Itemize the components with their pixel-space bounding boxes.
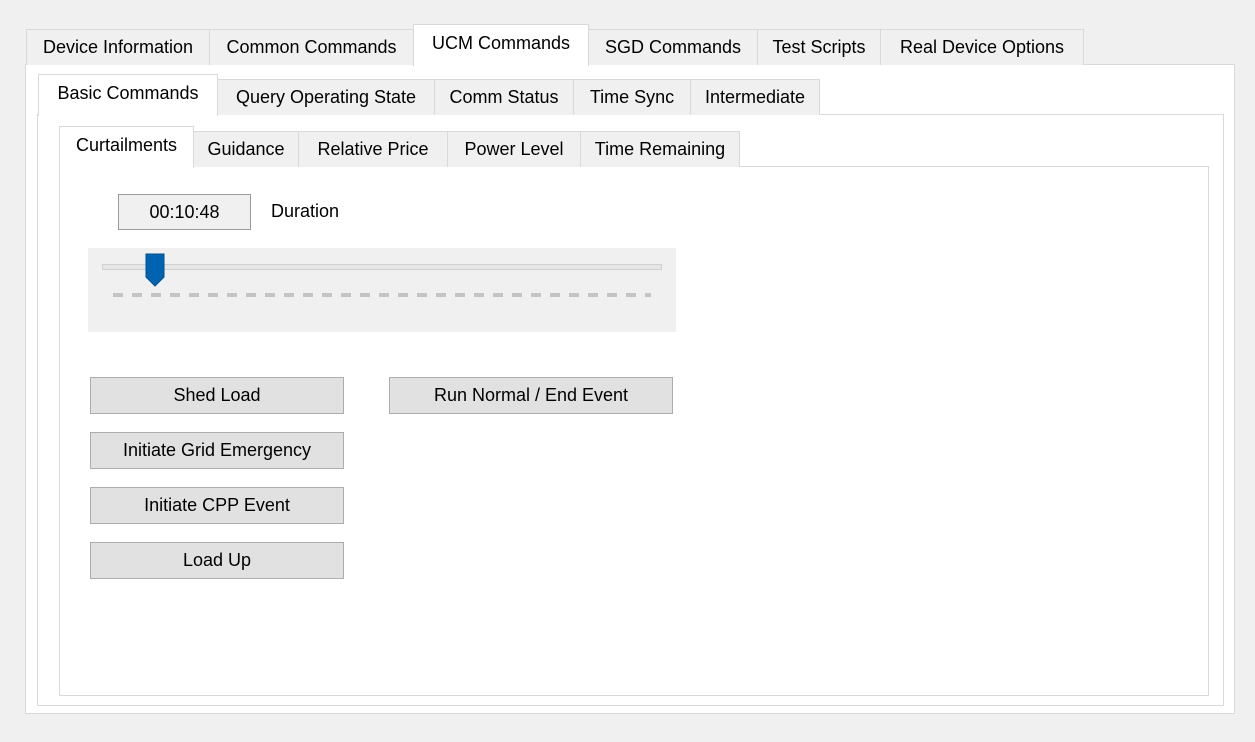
tab-time-sync[interactable]: Time Sync: [573, 79, 691, 115]
basic-tab-panel: [59, 166, 1209, 696]
tab-test-scripts[interactable]: Test Scripts: [757, 29, 881, 65]
tab-ucm-commands[interactable]: UCM Commands: [413, 24, 589, 66]
duration-value: 00:10:48: [118, 194, 251, 230]
tab-time-remaining[interactable]: Time Remaining: [580, 131, 740, 167]
tab-device-information[interactable]: Device Information: [26, 29, 210, 65]
ucm-tab-row: Basic Commands Query Operating State Com…: [38, 73, 820, 116]
tab-common-commands[interactable]: Common Commands: [209, 29, 414, 65]
tab-power-level[interactable]: Power Level: [447, 131, 581, 167]
tab-relative-price[interactable]: Relative Price: [298, 131, 448, 167]
tab-comm-status[interactable]: Comm Status: [434, 79, 574, 115]
tab-curtailments[interactable]: Curtailments: [59, 126, 194, 168]
tab-guidance[interactable]: Guidance: [193, 131, 299, 167]
slider-thumb[interactable]: [145, 253, 165, 287]
initiate-grid-emergency-button[interactable]: Initiate Grid Emergency: [90, 432, 344, 469]
basic-tab-row: Curtailments Guidance Relative Price Pow…: [59, 125, 740, 168]
load-up-button[interactable]: Load Up: [90, 542, 344, 579]
tab-intermediate[interactable]: Intermediate: [690, 79, 820, 115]
run-normal-end-event-button[interactable]: Run Normal / End Event: [389, 377, 673, 414]
tab-sgd-commands[interactable]: SGD Commands: [588, 29, 758, 65]
tab-basic-commands[interactable]: Basic Commands: [38, 74, 218, 116]
shed-load-button[interactable]: Shed Load: [90, 377, 344, 414]
tab-query-operating-state[interactable]: Query Operating State: [217, 79, 435, 115]
tab-real-device-options[interactable]: Real Device Options: [880, 29, 1084, 65]
duration-label: Duration: [271, 201, 340, 221]
slider-ticks: [113, 293, 651, 297]
initiate-cpp-event-button[interactable]: Initiate CPP Event: [90, 487, 344, 524]
slider-track: [102, 264, 662, 270]
main-tab-row: Device Information Common Commands UCM C…: [26, 23, 1084, 66]
duration-slider[interactable]: [88, 248, 676, 332]
